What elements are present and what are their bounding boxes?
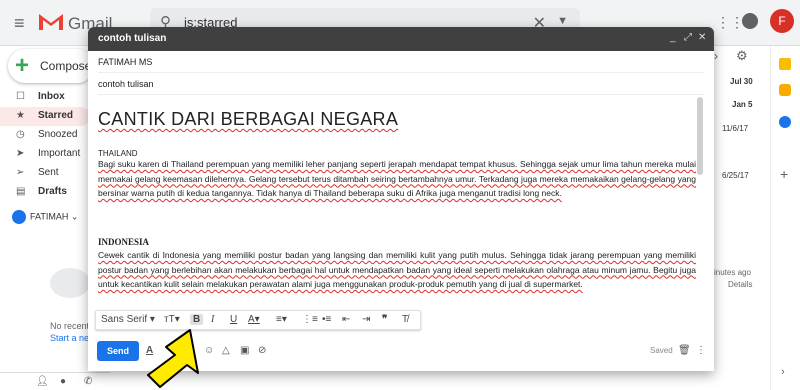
sidebar-item-label: Important [38,148,81,159]
draft-icon: ▤ [16,186,26,197]
email-date: 11/6/17 [722,124,749,133]
menu-icon[interactable]: ≡ [14,13,25,34]
sidebar-item-label: Starred [38,110,74,121]
list-toolbar: › ⚙ [712,47,768,67]
paragraph: Bagi suku karen di Thailand perempuan ya… [98,159,696,198]
add-addon-icon[interactable]: + [780,166,788,182]
compose-window: contoh tulisan _ ⤢ ✕ FATIMAH MS contoh t… [88,27,714,371]
italic-icon[interactable]: I [211,314,214,325]
user-label: FATIMAH ⌄ [30,211,79,222]
phone-icon[interactable]: ✆ [84,376,92,387]
compose-label: Compose [40,59,92,73]
settings-gear-icon[interactable]: ⚙ [736,48,748,64]
quote-icon[interactable]: ❞ [382,314,387,325]
font-select[interactable]: Sans Serif ▾ [101,314,155,325]
scrollbar-thumb[interactable] [697,97,703,175]
compose-button[interactable]: + Compose [8,49,94,83]
sidebar-item-sent[interactable]: ➢ Sent [0,164,90,183]
hangouts-user[interactable]: FATIMAH ⌄ [12,210,78,224]
more-options-icon[interactable]: ⋮ [696,345,706,356]
recipient-chip[interactable]: FATIMAH MS [98,57,152,67]
notifications-icon[interactable] [742,13,758,29]
confidential-icon[interactable]: ⊘ [258,345,266,356]
star-icon: ★ [16,110,25,121]
font-size-icon[interactable]: тT▾ [164,314,180,325]
sidebar-item-label: Sent [38,167,59,178]
chat-icon[interactable]: ● [60,376,66,387]
annotation-arrow-icon [147,329,199,388]
message-body[interactable]: CANTIK DARI BERBAGAI NEGARA THAILAND Bag… [98,97,696,307]
sidebar-item-starred[interactable]: ★ Starred [0,107,90,126]
saved-status: Saved [650,346,673,355]
align-icon[interactable]: ≡▾ [276,314,287,325]
underline-icon[interactable]: U [230,314,237,325]
hangouts-bottom-bar: 👤︎ ● ✆ [0,372,110,390]
indent-more-icon[interactable]: ⇥ [362,314,370,325]
search-options-icon[interactable]: ▼ [557,15,568,27]
account-avatar[interactable]: F [770,9,794,33]
sidebar-item-snoozed[interactable]: ◷ Snoozed [0,126,90,145]
photo-icon[interactable]: ▣ [240,345,249,356]
tasks-icon[interactable] [779,116,791,128]
subject-value[interactable]: contoh tulisan [98,79,154,89]
last-activity-text: inutes ago [714,268,751,277]
sidebar-item-label: Snoozed [38,129,78,140]
email-date: Jan 5 [732,100,753,109]
sidebar-item-label: Drafts [38,186,67,197]
paragraph: Cewek cantik di Indonesia yang memiliki … [98,250,696,289]
section-heading: INDONESIA [98,237,150,247]
bold-icon[interactable]: B [190,314,204,325]
details-link[interactable]: Details [728,280,752,289]
to-field[interactable]: FATIMAH MS [98,51,704,73]
email-date: Jul 30 [730,77,753,86]
plus-icon: + [15,52,30,79]
hangouts-placeholder [50,268,90,298]
side-panel: + › [770,46,800,390]
compose-title: contoh tulisan [98,33,167,44]
sidebar-item-important[interactable]: ➤ Important [0,145,90,164]
send-icon: ➢ [16,167,25,178]
sidebar-item-label: Inbox [38,91,65,102]
person-icon[interactable]: 👤︎ [36,376,49,387]
bulleted-list-icon[interactable]: •≡ [322,314,331,325]
clear-formatting-icon[interactable]: T̸ [402,314,408,325]
chevron-right-icon[interactable]: › [714,49,718,63]
keep-icon[interactable] [779,84,791,96]
trash-icon[interactable]: 🗑︎ [678,345,691,356]
inbox-icon: ☐ [16,91,25,102]
sidebar-item-inbox[interactable]: ☐ Inbox [0,88,90,107]
numbered-list-icon[interactable]: ⋮≡ [302,314,318,325]
gmail-logo-icon[interactable] [38,11,64,31]
text-color-icon[interactable]: A▾ [248,314,260,325]
calendar-icon[interactable] [779,58,791,70]
subject-field[interactable]: contoh tulisan [98,73,704,95]
drive-icon[interactable]: △ [222,345,230,356]
sidebar-nav: ☐ Inbox ★ Starred ◷ Snoozed ➤ Important … [0,88,90,202]
compose-title-bar[interactable]: contoh tulisan _ ⤢ ✕ [88,27,714,51]
fullscreen-icon[interactable]: ⤢ [684,32,692,43]
expand-panel-icon[interactable]: › [781,366,785,378]
minimize-icon[interactable]: _ [670,32,676,43]
important-icon: ➤ [16,148,25,159]
clock-icon: ◷ [16,129,25,140]
user-avatar [12,210,26,224]
document-heading: CANTIK DARI BERBAGAI NEGARA [98,109,399,129]
close-icon[interactable]: ✕ [698,32,706,43]
sidebar-item-drafts[interactable]: ▤ Drafts [0,183,90,202]
indent-less-icon[interactable]: ⇤ [342,314,350,325]
email-date: 6/25/17 [722,171,749,180]
